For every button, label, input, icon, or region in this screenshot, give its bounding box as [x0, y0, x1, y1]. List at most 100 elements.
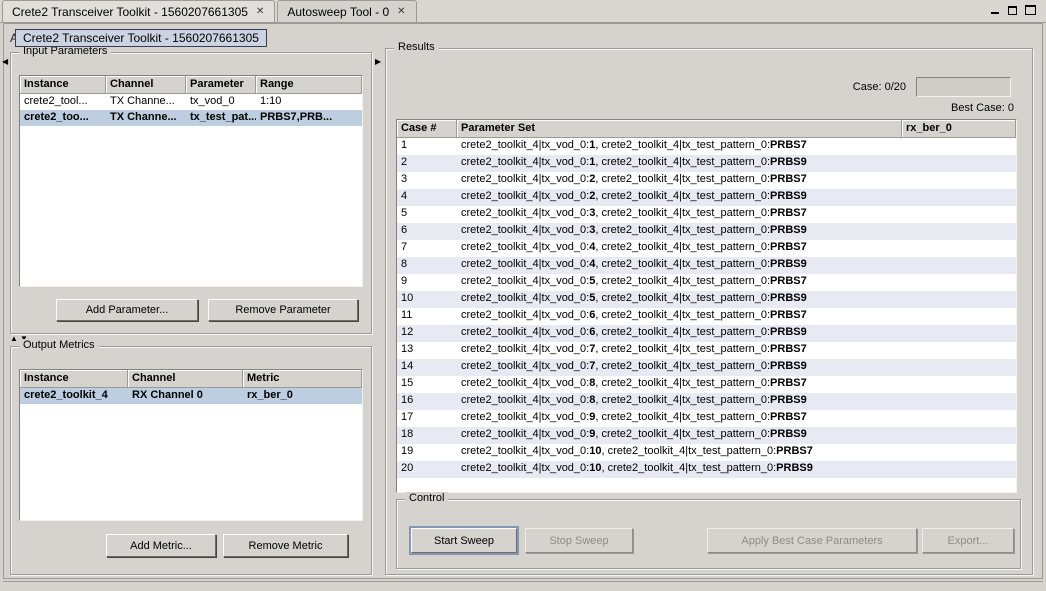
table-cell: 11	[397, 308, 457, 325]
table-row[interactable]: crete2_too...TX Channe...tx_test_pat...P…	[20, 110, 362, 126]
table-cell	[902, 257, 1016, 274]
start-sweep-button[interactable]: Start Sweep	[411, 528, 517, 553]
table-cell: crete2_toolkit_4|tx_vod_0:6, crete2_tool…	[457, 325, 902, 342]
table-cell	[902, 393, 1016, 410]
table-row[interactable]: 7crete2_toolkit_4|tx_vod_0:4, crete2_too…	[397, 240, 1016, 257]
table-cell: crete2_toolkit_4|tx_vod_0:10, crete2_too…	[457, 461, 902, 478]
column-header-range[interactable]: Range	[256, 76, 362, 94]
table-row[interactable]: crete2_tool...TX Channe...tx_vod_01:10	[20, 94, 362, 110]
table-row[interactable]: 11crete2_toolkit_4|tx_vod_0:6, crete2_to…	[397, 308, 1016, 325]
column-header-channel[interactable]: Channel	[106, 76, 186, 94]
case-progress-field	[916, 77, 1011, 97]
table-cell: 14	[397, 359, 457, 376]
table-cell: 2	[397, 155, 457, 172]
remove-parameter-button[interactable]: Remove Parameter	[208, 299, 358, 321]
table-row[interactable]: 8crete2_toolkit_4|tx_vod_0:4, crete2_too…	[397, 257, 1016, 274]
dragged-tab-label: Crete2 Transceiver Toolkit - 15602076613…	[15, 29, 267, 47]
column-header-channel[interactable]: Channel	[128, 370, 243, 388]
table-cell	[902, 325, 1016, 342]
tab-autosweep-tool[interactable]: Autosweep Tool - 0 ✕	[277, 0, 416, 22]
minimize-icon[interactable]	[990, 5, 1000, 15]
tab-crete2-transceiver-toolkit[interactable]: Crete2 Transceiver Toolkit - 15602076613…	[2, 0, 275, 22]
table-row[interactable]: 20crete2_toolkit_4|tx_vod_0:10, crete2_t…	[397, 461, 1016, 478]
add-parameter-button[interactable]: Add Parameter...	[56, 299, 198, 321]
table-cell: crete2_toolkit_4	[20, 388, 128, 404]
best-case-label: Best Case: 0	[951, 102, 1014, 114]
table-row[interactable]: 18crete2_toolkit_4|tx_vod_0:9, crete2_to…	[397, 427, 1016, 444]
table-row[interactable]: 14crete2_toolkit_4|tx_vod_0:7, crete2_to…	[397, 359, 1016, 376]
close-icon[interactable]: ✕	[396, 6, 406, 17]
add-metric-button[interactable]: Add Metric...	[106, 534, 216, 557]
table-cell: crete2_toolkit_4|tx_vod_0:2, crete2_tool…	[457, 172, 902, 189]
tab-label: Autosweep Tool - 0	[287, 5, 389, 19]
table-cell: crete2_toolkit_4|tx_vod_0:7, crete2_tool…	[457, 342, 902, 359]
table-row[interactable]: 9crete2_toolkit_4|tx_vod_0:5, crete2_too…	[397, 274, 1016, 291]
column-header-rx-ber[interactable]: rx_ber_0	[902, 120, 1016, 138]
table-row[interactable]: 16crete2_toolkit_4|tx_vod_0:8, crete2_to…	[397, 393, 1016, 410]
input-parameters-header: Instance Channel Parameter Range	[20, 76, 362, 94]
table-cell: PRBS7,PRB...	[256, 110, 362, 126]
column-header-instance[interactable]: Instance	[20, 76, 106, 94]
output-metrics-body: crete2_toolkit_4RX Channel 0rx_ber_0	[20, 388, 362, 404]
collapse-right-icon[interactable]: ▶	[375, 58, 381, 66]
splitter-up-icon[interactable]: ▲	[10, 335, 18, 343]
results-group: Results Case: 0/20 Best Case: 0 Case # P…	[385, 48, 1033, 575]
apply-best-case-parameters-button[interactable]: Apply Best Case Parameters	[707, 528, 917, 553]
output-metrics-header: Instance Channel Metric	[20, 370, 362, 388]
table-cell: crete2_toolkit_4|tx_vod_0:5, crete2_tool…	[457, 291, 902, 308]
table-cell: tx_test_pat...	[186, 110, 256, 126]
column-header-case[interactable]: Case #	[397, 120, 457, 138]
column-header-instance[interactable]: Instance	[20, 370, 128, 388]
table-cell: 9	[397, 274, 457, 291]
table-cell: 13	[397, 342, 457, 359]
table-cell: crete2_toolkit_4|tx_vod_0:9, crete2_tool…	[457, 410, 902, 427]
table-row[interactable]: 15crete2_toolkit_4|tx_vod_0:8, crete2_to…	[397, 376, 1016, 393]
control-title: Control	[405, 492, 448, 504]
input-parameters-table[interactable]: Instance Channel Parameter Range crete2_…	[19, 75, 363, 287]
table-cell: crete2_toolkit_4|tx_vod_0:8, crete2_tool…	[457, 393, 902, 410]
table-row[interactable]: 4crete2_toolkit_4|tx_vod_0:2, crete2_too…	[397, 189, 1016, 206]
column-header-metric[interactable]: Metric	[243, 370, 362, 388]
table-cell	[902, 308, 1016, 325]
table-cell: crete2_toolkit_4|tx_vod_0:10, crete2_too…	[457, 444, 902, 461]
stop-sweep-button[interactable]: Stop Sweep	[525, 528, 633, 553]
table-row[interactable]: 6crete2_toolkit_4|tx_vod_0:3, crete2_too…	[397, 223, 1016, 240]
status-strip	[3, 581, 1043, 589]
table-row[interactable]: 3crete2_toolkit_4|tx_vod_0:2, crete2_too…	[397, 172, 1016, 189]
column-header-parameter[interactable]: Parameter	[186, 76, 256, 94]
table-cell: 7	[397, 240, 457, 257]
maximize-icon[interactable]	[1025, 5, 1036, 15]
table-cell	[902, 155, 1016, 172]
table-row[interactable]: 12crete2_toolkit_4|tx_vod_0:6, crete2_to…	[397, 325, 1016, 342]
collapse-left-icon[interactable]: ◀	[2, 58, 8, 66]
input-parameters-group: Input Parameters Instance Channel Parame…	[10, 52, 372, 334]
table-row[interactable]: crete2_toolkit_4RX Channel 0rx_ber_0	[20, 388, 362, 404]
restore-icon[interactable]	[1008, 6, 1017, 15]
window-controls	[990, 5, 1036, 15]
table-cell: crete2_toolkit_4|tx_vod_0:4, crete2_tool…	[457, 240, 902, 257]
tab-label: Crete2 Transceiver Toolkit - 15602076613…	[12, 5, 248, 19]
table-row[interactable]: 2crete2_toolkit_4|tx_vod_0:1, crete2_too…	[397, 155, 1016, 172]
output-metrics-table[interactable]: Instance Channel Metric crete2_toolkit_4…	[19, 369, 363, 521]
table-cell: 10	[397, 291, 457, 308]
table-row[interactable]: 10crete2_toolkit_4|tx_vod_0:5, crete2_to…	[397, 291, 1016, 308]
table-row[interactable]: 13crete2_toolkit_4|tx_vod_0:7, crete2_to…	[397, 342, 1016, 359]
table-cell: crete2_toolkit_4|tx_vod_0:1, crete2_tool…	[457, 155, 902, 172]
table-cell: crete2_tool...	[20, 94, 106, 110]
table-cell: tx_vod_0	[186, 94, 256, 110]
table-cell: TX Channe...	[106, 94, 186, 110]
table-cell: 4	[397, 189, 457, 206]
table-row[interactable]: 17crete2_toolkit_4|tx_vod_0:9, crete2_to…	[397, 410, 1016, 427]
column-header-parameter-set[interactable]: Parameter Set	[457, 120, 902, 138]
table-row[interactable]: 19crete2_toolkit_4|tx_vod_0:10, crete2_t…	[397, 444, 1016, 461]
table-cell: TX Channe...	[106, 110, 186, 126]
remove-metric-button[interactable]: Remove Metric	[223, 534, 348, 557]
results-title: Results	[394, 41, 439, 53]
export-button[interactable]: Export...	[922, 528, 1014, 553]
table-cell: 1	[397, 138, 457, 155]
close-icon[interactable]: ✕	[255, 6, 265, 17]
table-row[interactable]: 5crete2_toolkit_4|tx_vod_0:3, crete2_too…	[397, 206, 1016, 223]
table-cell	[902, 138, 1016, 155]
table-row[interactable]: 1crete2_toolkit_4|tx_vod_0:1, crete2_too…	[397, 138, 1016, 155]
results-table[interactable]: Case # Parameter Set rx_ber_0 1crete2_to…	[396, 119, 1017, 493]
